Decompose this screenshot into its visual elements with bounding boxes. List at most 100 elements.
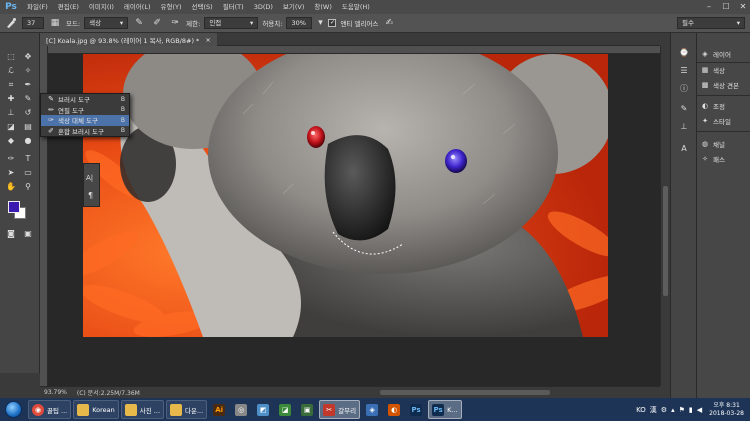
start-button[interactable] <box>0 398 26 421</box>
info-panel-icon[interactable]: ⓘ <box>677 83 691 95</box>
menu-window[interactable]: 창(W) <box>309 0 336 14</box>
dodge-tool-icon[interactable]: ● <box>21 135 35 147</box>
panel-channels[interactable]: ◍ 채널 <box>697 137 750 151</box>
tool-preset-icon[interactable] <box>4 16 18 30</box>
magic-wand-icon[interactable]: ✧ <box>21 65 35 77</box>
foreground-color-swatch[interactable] <box>8 201 20 213</box>
blur-tool-icon[interactable]: ◆ <box>4 135 18 147</box>
quick-mask-icon[interactable]: ◙ <box>4 228 18 240</box>
flyout-color-replacement-tool[interactable]: ✑ 색상 대체 도구 B <box>41 115 129 126</box>
panel-styles[interactable]: ✦ 스타일 <box>697 114 750 128</box>
type-tool-icon[interactable]: T <box>21 153 35 165</box>
flyout-pencil-tool[interactable]: ✏ 연필 도구 B <box>41 105 129 116</box>
taskbar-app-4[interactable]: ▣ <box>297 400 317 419</box>
network-icon[interactable]: ▮ <box>689 406 693 414</box>
lasso-tool-icon[interactable]: ℒ <box>4 65 18 77</box>
document-info[interactable]: (C) 문서:2.25M/7.36M <box>77 388 140 397</box>
vertical-scrollbar[interactable] <box>660 46 670 386</box>
path-select-icon[interactable]: ➤ <box>4 167 18 179</box>
canvas-area[interactable] <box>48 54 660 386</box>
properties-panel-icon[interactable]: ☰ <box>677 65 691 77</box>
menu-type[interactable]: 유형(Y) <box>156 0 187 14</box>
taskbar-app-3[interactable]: ◪ <box>275 400 295 419</box>
taskbar-clock[interactable]: 오후 8:31 2018-03-28 <box>709 402 744 418</box>
pen-tool-icon[interactable]: ✑ <box>4 153 18 165</box>
stamp-tool-icon[interactable]: ⊥ <box>4 107 18 119</box>
crop-tool-icon[interactable]: ⌗ <box>4 79 18 91</box>
zoom-level[interactable]: 93.79% <box>44 389 67 396</box>
menu-select[interactable]: 선택(S) <box>187 0 218 14</box>
taskbar-photoshop-window[interactable]: Ps K... <box>428 400 462 419</box>
volume-icon[interactable]: ◀ <box>697 406 702 414</box>
sampling-swatch-icon[interactable]: ✑ <box>168 16 182 30</box>
brush-size-picker[interactable]: 37 <box>22 17 44 29</box>
menu-image[interactable]: 이미지(I) <box>84 0 119 14</box>
taskbar-illustrator[interactable]: Ai <box>209 400 229 419</box>
koala-photo[interactable] <box>83 54 608 337</box>
brush-settings-icon[interactable]: ✎ <box>677 103 691 115</box>
brush-panel-icon[interactable]: ▦ <box>48 16 62 30</box>
antialias-checkbox[interactable]: ✓ <box>328 19 337 27</box>
menu-filter[interactable]: 필터(T) <box>218 0 249 14</box>
eyedropper-icon[interactable]: ✒ <box>21 79 35 91</box>
zoom-tool-icon[interactable]: ⚲ <box>21 181 35 193</box>
taskbar-app-2[interactable]: ◩ <box>253 400 273 419</box>
workspace-select[interactable]: 필수 ▾ <box>677 17 745 29</box>
menu-edit[interactable]: 편집(E) <box>53 0 84 14</box>
history-panel-icon[interactable]: ⌚ <box>677 47 691 59</box>
taskbar-folder-downloads[interactable]: 다운... <box>166 400 208 419</box>
taskbar-chrome[interactable]: ◉ 꿀팁 ... <box>28 400 72 419</box>
character-panel-icon[interactable]: A <box>677 143 691 155</box>
panel-color[interactable]: ▦ 색상 <box>697 63 750 77</box>
close-tab-icon[interactable]: × <box>205 36 210 44</box>
taskbar-app-1[interactable]: ◎ <box>231 400 251 419</box>
hand-tool-icon[interactable]: ✋ <box>4 181 18 193</box>
move-tool-icon[interactable]: ✥ <box>21 51 35 63</box>
pressure-icon[interactable]: ✍ <box>382 16 396 30</box>
limit-select[interactable]: 인접 ▾ <box>204 17 259 29</box>
gradient-tool-icon[interactable]: ▤ <box>21 121 35 133</box>
flyout-mixer-brush-tool[interactable]: ✐ 혼합 브러시 도구 B <box>41 126 129 137</box>
language-indicator[interactable]: KO <box>636 406 646 414</box>
taskbar-app-6[interactable]: ◐ <box>384 400 404 419</box>
taskbar-folder-photos[interactable]: 사진 ... <box>120 400 165 419</box>
panel-swatches[interactable]: ▩ 색상 견본 <box>697 78 750 92</box>
ime-indicator[interactable]: 漢 <box>650 405 657 415</box>
marquee-tool-icon[interactable]: ⬚ <box>4 51 18 63</box>
document-tab[interactable]: [C] Koala.jpg @ 93.8% (레이어 1 복사, RGB/8#)… <box>40 33 217 46</box>
vertical-scroll-thumb[interactable] <box>663 186 668 296</box>
flag-icon[interactable]: ⚑ <box>679 406 685 414</box>
maximize-button[interactable]: ☐ <box>721 2 731 12</box>
screen-mode-icon[interactable]: ▣ <box>21 228 35 240</box>
clone-source-icon[interactable]: ⊥ <box>677 121 691 133</box>
settings-icon[interactable]: ⚙ <box>661 406 667 414</box>
taskbar-capture[interactable]: ✂ 갈무리 <box>319 400 361 419</box>
taskbar-photoshop[interactable]: Ps <box>406 400 426 419</box>
menu-file[interactable]: 파일(F) <box>22 0 53 14</box>
brush-tool-icon[interactable]: ✎ <box>21 93 35 105</box>
paragraph-panel-icon[interactable]: ¶ <box>88 191 93 200</box>
history-brush-icon[interactable]: ↺ <box>21 107 35 119</box>
character-panel-icon[interactable]: A| <box>86 174 93 182</box>
menu-layer[interactable]: 레이어(L) <box>119 0 156 14</box>
horizontal-scroll-thumb[interactable] <box>380 390 550 395</box>
tolerance-input[interactable]: 30% <box>286 17 313 29</box>
menu-help[interactable]: 도움말(H) <box>337 0 375 14</box>
panel-paths[interactable]: ✧ 패스 <box>697 152 750 166</box>
eraser-tool-icon[interactable]: ◪ <box>4 121 18 133</box>
shape-tool-icon[interactable]: ▭ <box>21 167 35 179</box>
minimize-button[interactable]: – <box>704 2 714 12</box>
sampling-once-icon[interactable]: ✐ <box>150 16 164 30</box>
panel-layers[interactable]: ◈ 레이어 <box>697 47 750 61</box>
panel-adjustments[interactable]: ◐ 조정 <box>697 99 750 113</box>
sampling-continuous-icon[interactable]: ✎ <box>132 16 146 30</box>
menu-3d[interactable]: 3D(D) <box>249 0 278 14</box>
chevron-down-icon[interactable]: ▾ <box>316 16 324 30</box>
taskbar-folder-korean[interactable]: Korean <box>73 400 119 419</box>
menu-view[interactable]: 보기(V) <box>278 0 309 14</box>
healing-brush-icon[interactable]: ✚ <box>4 93 18 105</box>
close-button[interactable]: ✕ <box>738 2 748 12</box>
taskbar-app-5[interactable]: ◈ <box>362 400 382 419</box>
chevron-up-icon[interactable]: ▴ <box>671 406 675 414</box>
flyout-brush-tool[interactable]: ✎ 브러시 도구 B <box>41 94 129 105</box>
